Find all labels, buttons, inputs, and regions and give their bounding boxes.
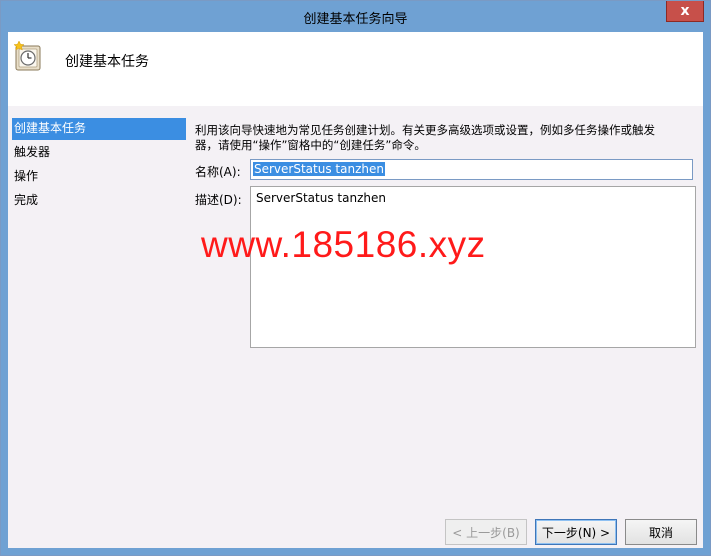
- window-title: 创建基本任务向导: [303, 12, 408, 27]
- description-line-1: 利用该向导快速地为常见任务创建计划。有关更多高级选项或设置，例如多任务操作或触发: [195, 123, 655, 137]
- next-button[interactable]: 下一步(N) >: [535, 519, 617, 545]
- description-line-2: 器，请使用“操作”窗格中的“创建任务”命令。: [195, 138, 426, 152]
- close-button[interactable]: x: [666, 1, 704, 22]
- clock-task-icon: [13, 40, 45, 72]
- name-label: 名称(A):: [195, 165, 241, 179]
- page-title: 创建基本任务: [65, 54, 149, 70]
- cancel-button[interactable]: 取消: [625, 519, 697, 545]
- description-label: 描述(D):: [195, 193, 242, 207]
- name-input-value: ServerStatus tanzhen: [253, 162, 385, 176]
- name-input[interactable]: ServerStatus tanzhen: [250, 159, 693, 180]
- nav-item-action[interactable]: 操作: [12, 166, 186, 188]
- description-textarea-value: ServerStatus tanzhen: [256, 191, 386, 205]
- watermark-text: www.185186.xyz: [201, 224, 486, 265]
- close-icon: x: [680, 3, 690, 19]
- description-textarea[interactable]: ServerStatus tanzhen: [250, 186, 696, 348]
- nav-item-finish[interactable]: 完成: [12, 190, 186, 212]
- nav-item-trigger[interactable]: 触发器: [12, 142, 186, 164]
- wizard-window: 创建基本任务向导 x 创建基本任务 创建基本任务 触发器 操作 完成 利用该向导…: [0, 0, 711, 556]
- back-button[interactable]: < 上一步(B): [445, 519, 527, 545]
- title-bar[interactable]: 创建基本任务向导 x: [1, 1, 710, 32]
- wizard-steps-nav: 创建基本任务 触发器 操作 完成: [12, 118, 186, 214]
- nav-item-create-basic-task[interactable]: 创建基本任务: [12, 118, 186, 140]
- wizard-body: 创建基本任务 触发器 操作 完成 利用该向导快速地为常见任务创建计划。有关更多高…: [8, 106, 703, 548]
- client-area: 创建基本任务 创建基本任务 触发器 操作 完成 利用该向导快速地为常见任务创建计…: [8, 32, 703, 548]
- wizard-description: 利用该向导快速地为常见任务创建计划。有关更多高级选项或设置，例如多任务操作或触发…: [195, 123, 695, 153]
- wizard-header: 创建基本任务: [8, 32, 703, 106]
